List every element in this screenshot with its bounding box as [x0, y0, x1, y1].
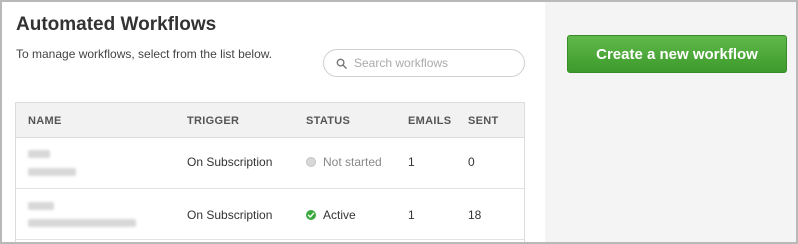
search-input[interactable]: [354, 56, 514, 70]
create-workflow-button[interactable]: Create a new workflow: [567, 35, 787, 73]
search-box[interactable]: [323, 49, 525, 77]
table-row[interactable]: On Subscription Active 1 18: [16, 189, 524, 240]
workflow-emails: 1: [408, 208, 415, 222]
status-dot-grey-icon: [306, 157, 316, 167]
workflow-emails: 1: [408, 155, 415, 169]
table-row[interactable]: On Subscription Not started 1 0: [16, 138, 524, 189]
column-header-trigger[interactable]: TRIGGER: [187, 115, 239, 127]
check-circle-icon: [306, 210, 316, 220]
page-subtitle: To manage workflows, select from the lis…: [16, 47, 273, 61]
column-header-emails[interactable]: EMAILS: [408, 115, 451, 127]
column-header-status[interactable]: STATUS: [306, 115, 350, 127]
status-text: Active: [323, 208, 356, 222]
workflow-sent: 18: [468, 208, 482, 222]
column-header-sent[interactable]: SENT: [468, 115, 499, 127]
workflow-status: Active: [306, 208, 356, 222]
workflow-trigger: On Subscription: [187, 155, 273, 169]
workflow-trigger: On Subscription: [187, 208, 273, 222]
workflows-table: NAME TRIGGER STATUS EMAILS SENT On Subsc…: [15, 102, 525, 242]
workflow-sent: 0: [468, 155, 475, 169]
table-header: NAME TRIGGER STATUS EMAILS SENT: [16, 103, 524, 138]
column-header-name[interactable]: NAME: [28, 115, 62, 127]
workflows-panel: Automated Workflows To manage workflows,…: [2, 2, 545, 242]
search-icon: [336, 58, 347, 69]
page-title: Automated Workflows: [16, 14, 217, 35]
status-text: Not started: [323, 155, 382, 169]
workflow-status: Not started: [306, 155, 382, 169]
